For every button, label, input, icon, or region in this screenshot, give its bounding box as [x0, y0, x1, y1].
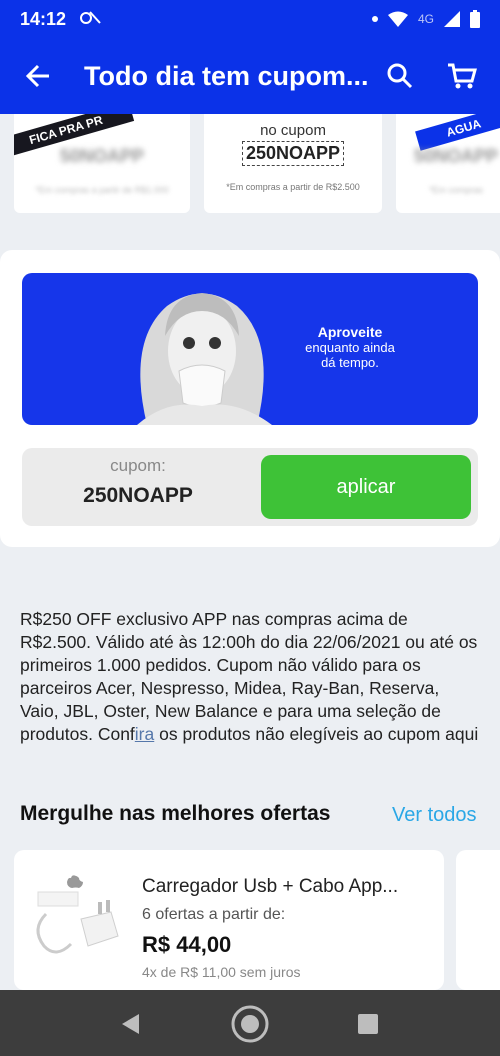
back-button[interactable]	[0, 38, 76, 114]
promo-line-2: enquanto ainda	[305, 340, 395, 355]
app-bar: Todo dia tem cupom...	[0, 38, 500, 114]
product-offers: 6 ofertas a partir de:	[142, 906, 286, 923]
coupon-card[interactable]: FICA PRA PR 50NOAPP *Em compras a partir…	[14, 114, 190, 213]
search-icon	[387, 63, 413, 89]
coupon-value: 250NOAPP	[83, 484, 193, 507]
signal-icon	[444, 11, 460, 27]
coupon-code: 250NOAPP	[241, 141, 345, 166]
wifi-icon	[387, 11, 408, 27]
coupon-description: R$250 OFF exclusivo APP nas compras acim…	[20, 608, 482, 746]
arrow-left-icon	[25, 64, 49, 88]
apply-button[interactable]: aplicar	[261, 455, 471, 519]
coupon-pre-label: no cupom	[260, 122, 326, 139]
product-name: Carregador Usb + Cabo App...	[142, 876, 399, 897]
promo-line-1: Aproveite	[317, 324, 383, 340]
see-all-link[interactable]: Ver todos	[392, 804, 477, 827]
triangle-back-icon	[122, 1014, 139, 1034]
coupon-label: cupom:	[110, 456, 166, 475]
coupon-card[interactable]: AGUA 50NOAPP *Em compras	[396, 114, 500, 213]
notification-dot-icon	[371, 16, 378, 22]
notification-app-icon	[80, 9, 102, 29]
promo-banner[interactable]: Aproveite enquanto ainda dá tempo.	[22, 273, 478, 425]
product-card-partial[interactable]	[456, 850, 500, 990]
coupon-code: 50NOAPP	[413, 146, 499, 166]
coupon-carousel[interactable]: FICA PRA PR 50NOAPP *Em compras a partir…	[0, 114, 500, 214]
cart-icon	[448, 63, 477, 89]
status-time: 14:12	[20, 8, 67, 29]
surprised-woman-image	[137, 293, 272, 425]
product-card[interactable]: Carregador Usb + Cabo App... 6 ofertas a…	[14, 850, 444, 990]
promo-section: Aproveite enquanto ainda dá tempo. cupom…	[0, 250, 500, 547]
coupon-code: 50NOAPP	[59, 146, 145, 166]
status-icons: 4G	[371, 10, 480, 28]
coupon-terms: *Em compras	[428, 185, 483, 195]
status-bar: 14:12 4G	[0, 0, 500, 38]
circle-home-icon	[231, 1005, 269, 1043]
page-title: Todo dia tem cupom...	[84, 60, 369, 91]
system-nav-bar	[0, 990, 500, 1056]
search-button[interactable]	[380, 56, 420, 96]
charger-product-image	[36, 875, 119, 954]
nav-back-button[interactable]	[110, 1004, 150, 1044]
coupon-box: cupom: 250NOAPP aplicar	[22, 448, 478, 526]
cart-button[interactable]	[442, 56, 482, 96]
coupon-terms: *Em compras a partir de R$2.500	[226, 182, 360, 192]
promo-text: Aproveite enquanto ainda dá tempo.	[290, 324, 410, 371]
coupon-terms: *Em compras a partir de R$1.000	[35, 185, 169, 195]
description-text-after: os produtos não elegíveis ao cupom aqui	[154, 724, 479, 744]
promo-line-3: dá tempo.	[321, 355, 379, 370]
offers-section-title: Mergulhe nas melhores ofertas	[20, 802, 331, 825]
product-installments: 4x de R$ 11,00 sem juros	[142, 964, 301, 980]
network-label: 4G	[417, 12, 434, 26]
coupon-card[interactable]: no cupom 250NOAPP *Em compras a partir d…	[204, 114, 382, 213]
nav-recents-button[interactable]	[348, 1004, 388, 1044]
product-price: R$ 44,00	[142, 932, 232, 957]
battery-icon	[470, 10, 480, 28]
description-link[interactable]: ira	[135, 724, 154, 744]
square-recents-icon	[358, 1014, 378, 1034]
nav-home-button[interactable]	[230, 1004, 270, 1044]
